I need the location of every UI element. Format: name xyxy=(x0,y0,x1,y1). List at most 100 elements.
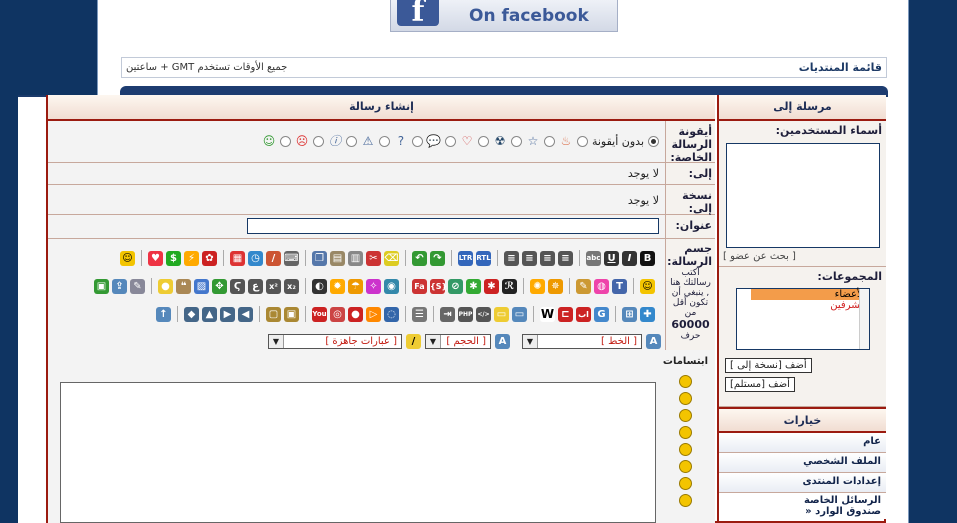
smiley-icon[interactable] xyxy=(679,460,692,473)
smiley-icon[interactable] xyxy=(679,409,692,422)
star-burst-icon[interactable]: ✵ xyxy=(548,278,563,294)
options-forum-settings[interactable]: إعدادات المنتدى xyxy=(719,473,886,493)
group-option[interactable]: مشرفين xyxy=(737,300,869,311)
smiley-icon[interactable] xyxy=(679,392,692,405)
php-icon[interactable]: PHP xyxy=(458,306,473,322)
sparkle-icon[interactable]: ✧ xyxy=(366,278,381,294)
ribbon-icon[interactable]: ✿ xyxy=(202,250,217,266)
align-center-icon[interactable]: ≡ xyxy=(540,250,555,266)
icon-radio[interactable] xyxy=(477,135,489,147)
align-right-icon[interactable]: ≡ xyxy=(522,250,537,266)
arrow-left-icon[interactable]: ◀ xyxy=(238,306,253,322)
code-icon[interactable]: </> xyxy=(476,306,491,322)
hide-icon[interactable]: Ϛ xyxy=(230,278,245,294)
size-icon[interactable]: A xyxy=(495,333,510,349)
arabic-text-icon[interactable]: اب xyxy=(576,306,591,322)
clear-format-icon[interactable]: ⌫ xyxy=(384,250,399,266)
highlighter-icon[interactable]: ✎ xyxy=(576,278,591,294)
underline-icon[interactable]: U xyxy=(604,250,619,266)
font-select[interactable]: ▼[ الخط ] xyxy=(522,333,642,349)
brush-icon[interactable]: / xyxy=(266,250,281,266)
contrast-icon[interactable]: ◐ xyxy=(312,278,327,294)
icon-radio[interactable] xyxy=(411,135,423,147)
groups-list[interactable]: الأعضاء مشرفين xyxy=(735,288,870,350)
flower-icon[interactable]: ✺ xyxy=(530,278,545,294)
options-general[interactable]: عام xyxy=(719,433,886,453)
smiley-icon[interactable]: ☺ xyxy=(120,250,135,266)
google-icon[interactable]: G xyxy=(594,306,609,322)
frame-icon[interactable]: ▢ xyxy=(266,306,281,322)
message-textarea[interactable] xyxy=(60,382,656,523)
options-profile[interactable]: الملف الشخصي xyxy=(719,453,886,473)
subject-input[interactable] xyxy=(247,218,659,234)
image-icon[interactable]: ▣ xyxy=(94,278,109,294)
more-icon[interactable]: ↑ xyxy=(156,306,171,322)
resize-icon[interactable]: ✥ xyxy=(212,278,227,294)
sun-icon[interactable]: ✹ xyxy=(330,278,345,294)
paste-icon[interactable]: ▤ xyxy=(330,250,345,266)
paste-text-icon[interactable]: ▥ xyxy=(348,250,363,266)
wikipedia-icon[interactable]: W xyxy=(540,306,555,322)
add-more-icon[interactable]: ✚ xyxy=(640,306,655,322)
strikethrough-icon[interactable]: abc xyxy=(586,250,601,266)
font-icon[interactable]: A xyxy=(646,333,661,349)
rainbow-icon[interactable]: ☂ xyxy=(348,278,363,294)
comment-icon[interactable]: ▭ xyxy=(512,306,527,322)
arrow-right-icon[interactable]: ▶ xyxy=(220,306,235,322)
bookmark-icon[interactable]: ⊏ xyxy=(558,306,573,322)
stop-icon[interactable]: ● xyxy=(348,306,363,322)
undo-icon[interactable]: ↶ xyxy=(412,250,427,266)
phrases-select[interactable]: ▼[ عبارات جاهزة ] xyxy=(268,333,402,349)
icon-radio[interactable] xyxy=(378,135,390,147)
quote-icon[interactable]: ❝ xyxy=(176,278,191,294)
group-option[interactable]: الأعضاء xyxy=(750,289,869,300)
arrow-down-icon[interactable]: ◆ xyxy=(184,306,199,322)
emoticon-icon[interactable]: ☺ xyxy=(640,278,655,294)
icon-radio[interactable] xyxy=(510,135,522,147)
options-pm[interactable]: الرسائل الخاصة xyxy=(724,495,881,506)
icon-radio[interactable] xyxy=(444,135,456,147)
superscript-icon[interactable]: x² xyxy=(266,278,281,294)
keyboard-icon[interactable]: ⌨ xyxy=(284,250,299,266)
clock-icon[interactable]: ◷ xyxy=(248,250,263,266)
facebook-banner[interactable]: f On facebook xyxy=(390,0,618,32)
script-icon[interactable]: ℛ xyxy=(502,278,517,294)
no-icon-radio[interactable] xyxy=(648,135,659,147)
upload-icon[interactable]: ⇪ xyxy=(112,278,127,294)
note-icon[interactable]: ▭ xyxy=(494,306,509,322)
lightbulb-icon[interactable]: ● xyxy=(158,278,173,294)
gallery-icon[interactable]: ▣ xyxy=(284,306,299,322)
smiley-icon[interactable] xyxy=(679,426,692,439)
find-member-link[interactable]: [ بحث عن عضو ] xyxy=(723,251,882,262)
arabic-icon[interactable]: ع xyxy=(248,278,263,294)
calendar-icon[interactable]: ▦ xyxy=(230,250,245,266)
asterisk-icon[interactable]: ✱ xyxy=(484,278,499,294)
attach-icon[interactable]: ✎ xyxy=(130,278,145,294)
smiley-icon[interactable] xyxy=(679,443,692,456)
arrow-up-icon[interactable]: ▲ xyxy=(202,306,217,322)
forum-list-link[interactable]: قائمة المنتديات xyxy=(799,61,882,74)
table-icon[interactable]: ⊞ xyxy=(622,306,637,322)
align-left-icon[interactable]: ≡ xyxy=(558,250,573,266)
text-color-icon[interactable]: T xyxy=(612,278,627,294)
icon-radio[interactable] xyxy=(279,135,291,147)
heart-icon[interactable]: ♥ xyxy=(148,250,163,266)
redo-icon[interactable]: ↷ xyxy=(430,250,445,266)
chat-icon[interactable]: ◌ xyxy=(384,306,399,322)
eye-icon[interactable]: ◉ xyxy=(384,278,399,294)
font-style-icon[interactable]: Fa xyxy=(412,278,427,294)
copy-icon[interactable]: ❐ xyxy=(312,250,327,266)
lightning-icon[interactable]: ⚡ xyxy=(184,250,199,266)
groups-scrollbar[interactable] xyxy=(858,289,869,349)
picture-icon[interactable]: ▨ xyxy=(194,278,209,294)
icon-radio[interactable] xyxy=(576,135,588,147)
globe-icon[interactable]: ◎ xyxy=(330,306,345,322)
icon-radio[interactable] xyxy=(345,135,357,147)
smiley-icon[interactable] xyxy=(679,375,692,388)
cut-icon[interactable]: ✂ xyxy=(366,250,381,266)
icon-radio[interactable] xyxy=(543,135,555,147)
options-inbox[interactable]: » صندوق الوارد xyxy=(724,506,881,517)
link-icon[interactable]: ⊘ xyxy=(448,278,463,294)
italic-icon[interactable]: I xyxy=(622,250,637,266)
play-icon[interactable]: ▷ xyxy=(366,306,381,322)
